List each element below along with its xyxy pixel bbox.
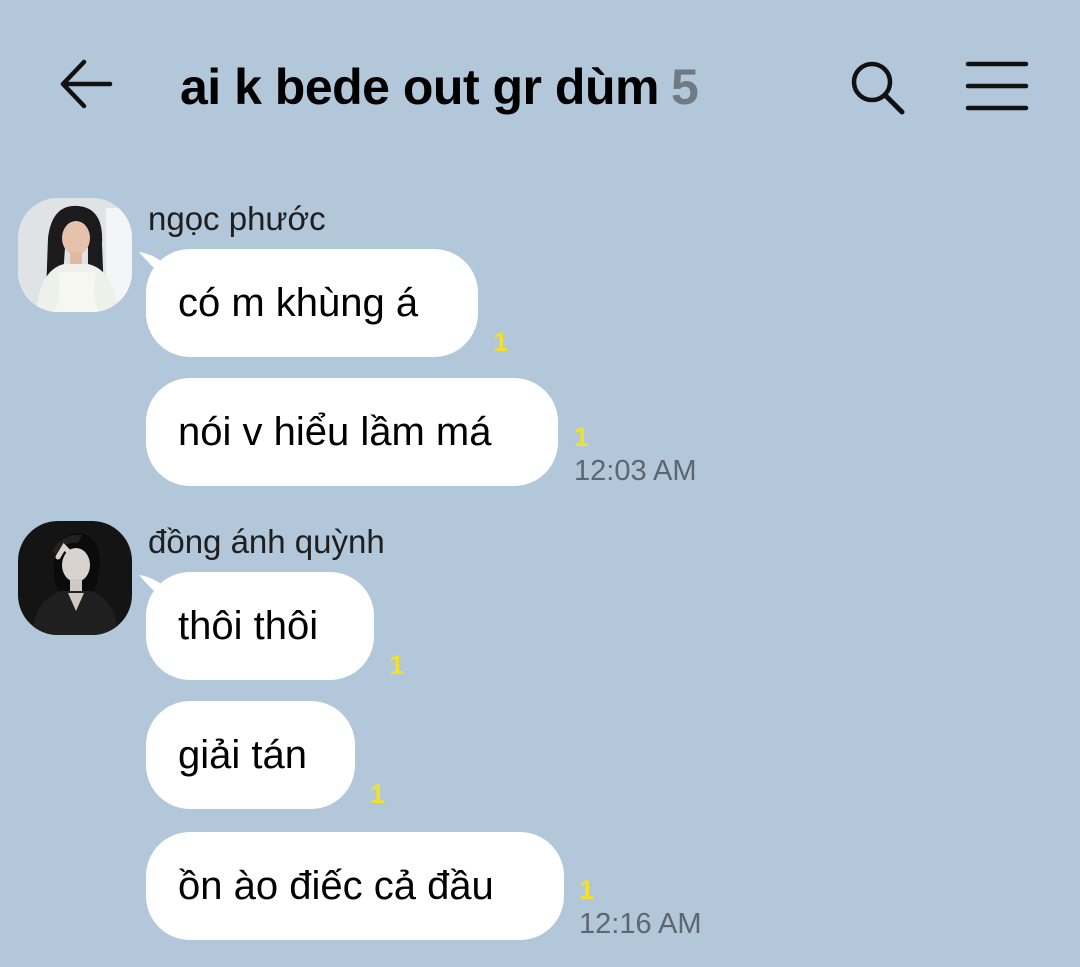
unread-count: 1 — [579, 875, 595, 905]
avatar-ngoc-phuoc[interactable] — [18, 198, 132, 312]
unread-count: 1 — [370, 779, 386, 809]
message-bubble[interactable]: giải tán — [146, 701, 355, 809]
message-text: có m khùng á — [178, 280, 419, 325]
avatar-photo — [18, 521, 132, 635]
message-text: giải tán — [178, 732, 307, 777]
group-name: ai k bede out gr dùm — [180, 59, 659, 115]
message-bubble[interactable]: nói v hiểu lầm má — [146, 378, 558, 486]
search-icon — [851, 61, 905, 115]
message-timestamp: 12:16 AM — [579, 908, 702, 940]
message-timestamp: 12:03 AM — [574, 455, 697, 487]
message-bubble[interactable]: có m khùng á — [146, 249, 478, 357]
message-text: nói v hiểu lầm má — [178, 409, 492, 454]
message-bubble[interactable]: thôi thôi — [146, 572, 374, 680]
sender-name: đồng ánh quỳnh — [148, 523, 385, 560]
search-button[interactable] — [846, 56, 908, 118]
avatar-dong-anh-quynh[interactable] — [18, 521, 132, 635]
unread-count: 1 — [389, 650, 405, 680]
back-button[interactable] — [56, 54, 118, 116]
hamburger-menu-icon — [965, 61, 1029, 111]
unread-count: 1 — [493, 327, 509, 357]
avatar-photo — [18, 198, 132, 312]
chat-title: ai k bede out gr dùm 5 — [180, 58, 699, 116]
message-text: thôi thôi — [178, 603, 319, 648]
menu-button[interactable] — [964, 58, 1030, 114]
sender-name: ngọc phước — [148, 200, 326, 237]
chat-header: ai k bede out gr dùm 5 — [0, 0, 1080, 175]
back-arrow-icon — [60, 59, 113, 109]
message-bubble[interactable]: ồn ào điếc cả đầu — [146, 832, 564, 940]
member-count: 5 — [670, 59, 699, 115]
unread-count: 1 — [574, 422, 590, 452]
message-text: ồn ào điếc cả đầu — [178, 863, 494, 908]
